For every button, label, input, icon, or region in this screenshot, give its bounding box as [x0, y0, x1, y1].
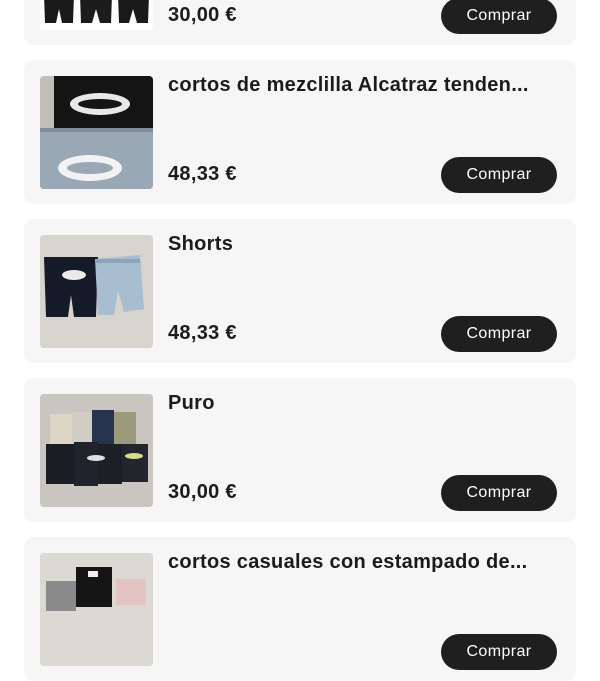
product-card[interactable]: Shorts 48,33 € Comprar: [24, 219, 576, 363]
buy-button[interactable]: Comprar: [441, 157, 557, 193]
product-price: 48,33 €: [168, 322, 237, 344]
buy-button[interactable]: Comprar: [441, 316, 557, 352]
product-card[interactable]: Puro 30,00 € Comprar: [24, 378, 576, 522]
product-list: 30,00 € Comprar cortos de mezclilla Alca…: [0, 0, 600, 681]
two-shorts-image: [40, 235, 153, 348]
product-price: 48,33 €: [168, 163, 237, 185]
product-image[interactable]: [40, 235, 153, 348]
product-title[interactable]: Shorts: [168, 233, 558, 256]
product-price: 30,00 €: [168, 4, 237, 26]
product-card[interactable]: cortos casuales con estampado de... Comp…: [24, 537, 576, 681]
black-shorts-trio-image: [40, 0, 153, 30]
product-image[interactable]: [40, 0, 153, 30]
cargo-shorts-grid-image: [40, 394, 153, 507]
denim-shorts-logo-image: [40, 76, 153, 189]
buy-button[interactable]: Comprar: [441, 475, 557, 511]
printed-shorts-image: [40, 553, 153, 666]
product-card[interactable]: 30,00 € Comprar: [24, 0, 576, 45]
product-image[interactable]: [40, 553, 153, 666]
buy-button[interactable]: Comprar: [441, 0, 557, 34]
product-card[interactable]: cortos de mezclilla Alcatraz tenden... 4…: [24, 60, 576, 204]
product-price: 30,00 €: [168, 481, 237, 503]
product-title[interactable]: cortos de mezclilla Alcatraz tenden...: [168, 74, 558, 97]
product-image[interactable]: [40, 394, 153, 507]
product-title[interactable]: Puro: [168, 392, 558, 415]
product-image[interactable]: [40, 76, 153, 189]
product-title[interactable]: cortos casuales con estampado de...: [168, 551, 558, 574]
buy-button[interactable]: Comprar: [441, 634, 557, 670]
